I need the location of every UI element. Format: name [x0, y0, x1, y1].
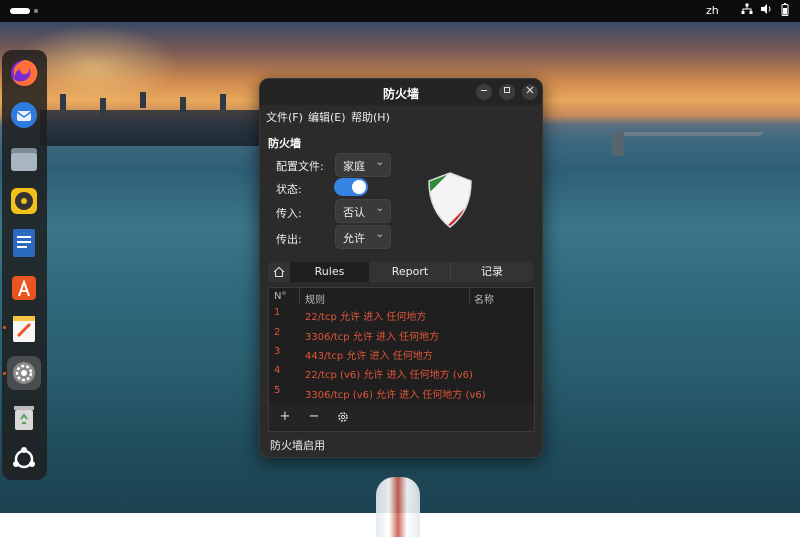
input-language-indicator[interactable]: zh [706, 4, 719, 17]
column-header-rule[interactable]: 规则 [305, 291, 325, 306]
chevron-down-icon: ⌄ [375, 229, 384, 240]
thunderbird-icon [11, 102, 37, 128]
remove-rule-button[interactable]: − [304, 408, 324, 426]
window-titlebar[interactable]: 防火墙 [260, 79, 542, 105]
files-icon [11, 148, 37, 171]
volume-icon[interactable] [759, 3, 773, 17]
firefox-icon [11, 59, 38, 86]
incoming-value: 否认 [343, 206, 365, 219]
row-rule: 3306/tcp 允许 进入 任何地方 [305, 332, 440, 343]
dock-rhythmbox[interactable] [7, 184, 41, 218]
dock-show-apps[interactable] [7, 442, 41, 476]
running-indicator [3, 326, 6, 329]
incoming-label: 传入: [276, 207, 302, 220]
menu-edit[interactable]: 编辑(E) [308, 109, 346, 125]
dock-app-center[interactable] [7, 270, 41, 304]
row-number: 3 [274, 346, 281, 357]
row-rule: 22/tcp (v6) 允许 进入 任何地方 (v6) [305, 370, 473, 381]
rhythmbox-icon [11, 188, 37, 214]
dock-settings[interactable] [7, 356, 41, 390]
row-number: 5 [274, 385, 281, 396]
menu-bar: 文件(F) 编辑(E) 帮助(H) [260, 105, 542, 127]
maximize-icon [504, 87, 510, 93]
row-rule: 443/tcp 允许 进入 任何地方 [305, 351, 433, 362]
minimize-button[interactable] [476, 84, 492, 100]
column-header-number[interactable]: N° [274, 291, 286, 302]
libreoffice-writer-icon [13, 229, 35, 257]
home-icon [273, 266, 285, 278]
tab-log[interactable]: 记录 [451, 262, 533, 282]
section-title: 防火墙 [268, 137, 301, 150]
wallpaper-port-skyline [40, 94, 265, 146]
menu-help[interactable]: 帮助(H) [351, 109, 390, 125]
dock-firefox[interactable] [7, 56, 41, 90]
close-icon [526, 86, 534, 94]
dock-text-editor[interactable] [7, 312, 41, 346]
text-editor-icon [13, 316, 35, 342]
chevron-down-icon: ⌄ [375, 203, 384, 214]
wallpaper-pier [610, 132, 764, 136]
settings-icon [13, 362, 35, 384]
rules-table: N° 规则 名称 1 22/tcp 允许 进入 任何地方 2 3306/tcp … [268, 287, 535, 405]
app-center-icon [12, 276, 36, 300]
profile-label: 配置文件: [276, 160, 324, 173]
dock-trash[interactable] [7, 400, 41, 434]
tab-rules[interactable]: Rules [290, 262, 369, 282]
dock-libreoffice-writer[interactable] [7, 226, 41, 260]
outgoing-select[interactable]: 允许 ⌄ [335, 225, 391, 249]
dock [2, 50, 47, 480]
show-apps-icon [13, 447, 35, 469]
profile-select[interactable]: 家庭 ⌄ [335, 153, 391, 177]
battery-icon[interactable] [778, 3, 792, 17]
dock-thunderbird[interactable] [7, 98, 41, 132]
incoming-select[interactable]: 否认 ⌄ [335, 199, 391, 223]
outgoing-value: 允许 [343, 232, 365, 245]
dock-files[interactable] [7, 142, 41, 176]
firewall-window: 防火墙 文件(F) 编辑(E) 帮助(H) 防火墙 配置文件: 家庭 ⌄ 状态:… [259, 78, 543, 458]
table-row[interactable]: 1 22/tcp 允许 进入 任何地方 [269, 305, 534, 324]
row-number: 4 [274, 365, 281, 376]
menu-file[interactable]: 文件(F) [266, 109, 303, 125]
profile-value: 家庭 [343, 160, 365, 173]
add-rule-button[interactable]: + [275, 408, 295, 426]
trash-icon [14, 406, 34, 430]
column-separator [469, 288, 470, 304]
rule-settings-button[interactable] [333, 408, 353, 426]
table-row[interactable]: 2 3306/tcp 允许 进入 任何地方 [269, 325, 534, 344]
column-header-name[interactable]: 名称 [474, 291, 494, 306]
switch-knob [352, 180, 366, 194]
row-rule: 3306/tcp (v6) 允许 进入 任何地方 (v6) [305, 390, 486, 401]
top-bar: zh [0, 0, 800, 22]
wallpaper-pier-head [612, 132, 624, 156]
table-row[interactable]: 3 443/tcp 允许 进入 任何地方 [269, 344, 534, 363]
gear-icon [338, 412, 348, 422]
tab-home[interactable] [268, 262, 290, 282]
wallpaper-ship [376, 477, 420, 537]
network-icon[interactable] [740, 3, 754, 17]
tab-report[interactable]: Report [370, 262, 450, 282]
firewall-shield-icon [428, 172, 472, 228]
chevron-down-icon: ⌄ [375, 157, 384, 168]
table-row[interactable]: 4 22/tcp (v6) 允许 进入 任何地方 (v6) [269, 363, 534, 382]
status-label: 状态: [276, 183, 302, 196]
table-row[interactable]: 5 3306/tcp (v6) 允许 进入 任何地方 (v6) [269, 383, 534, 402]
row-number: 1 [274, 307, 281, 318]
tab-bar: Rules Report 记录 [268, 262, 533, 282]
maximize-button[interactable] [499, 84, 515, 100]
firewall-status-switch[interactable] [334, 178, 368, 196]
minimize-icon [481, 90, 487, 91]
close-button[interactable] [522, 84, 538, 100]
workspace-indicator[interactable] [10, 8, 30, 14]
row-number: 2 [274, 327, 281, 338]
rules-toolbar: + − [268, 403, 535, 432]
workspace-dot[interactable] [34, 9, 38, 13]
row-rule: 22/tcp 允许 进入 任何地方 [305, 312, 427, 323]
status-bar-text: 防火墙启用 [270, 439, 325, 452]
running-indicator [3, 372, 6, 375]
outgoing-label: 传出: [276, 233, 302, 246]
column-separator [299, 288, 300, 304]
